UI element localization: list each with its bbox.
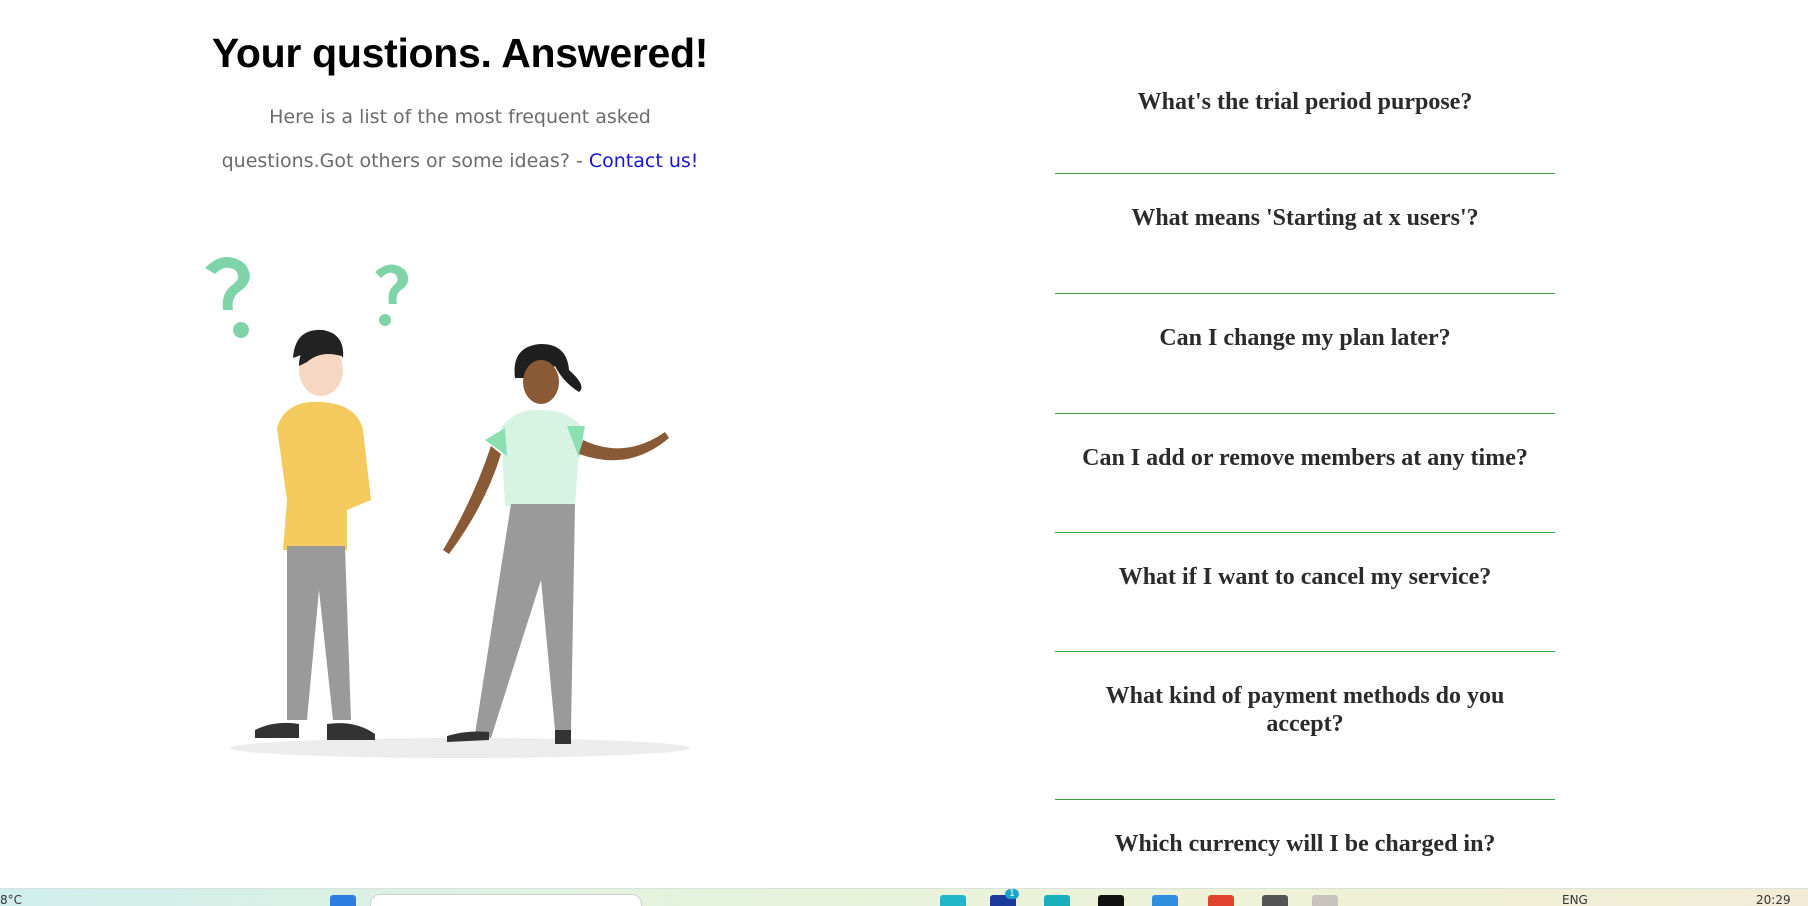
- app-taskbar-icon[interactable]: [940, 895, 966, 906]
- question-mark-icon: [205, 256, 250, 338]
- notification-badge: 1: [1005, 889, 1019, 899]
- faq-question: Can I change my plan later?: [1159, 325, 1451, 351]
- faq-intro: Your qustions. Answered! Here is a list …: [200, 0, 720, 183]
- faq-item[interactable]: What kind of payment methods do you acce…: [1055, 652, 1555, 800]
- clock[interactable]: 20:29: [1756, 893, 1791, 906]
- app-taskbar-icon[interactable]: [1044, 895, 1070, 906]
- language-indicator[interactable]: ENG: [1562, 893, 1588, 906]
- faq-item[interactable]: Can I add or remove members at any time?: [1055, 414, 1555, 533]
- page-subtitle: Here is a list of the most frequent aske…: [210, 95, 710, 183]
- man-figure: [255, 329, 375, 740]
- faq-list: What's the trial period purpose? What me…: [1055, 58, 1555, 890]
- faq-question: What means 'Starting at x users'?: [1131, 205, 1479, 231]
- taskbar-search-box[interactable]: [370, 894, 642, 906]
- subtitle-text: Here is a list of the most frequent aske…: [221, 106, 651, 172]
- faq-question: What's the trial period purpose?: [1137, 89, 1473, 115]
- faq-page: Your qustions. Answered! Here is a list …: [0, 0, 1808, 906]
- faq-question: What kind of payment methods do you acce…: [1105, 683, 1505, 737]
- woman-figure: [443, 344, 669, 744]
- faq-item[interactable]: What means 'Starting at x users'?: [1055, 174, 1555, 294]
- chrome-icon[interactable]: [1208, 895, 1234, 906]
- app-taskbar-icon[interactable]: [1152, 895, 1178, 906]
- faq-question: What if I want to cancel my service?: [1118, 564, 1492, 590]
- app-taskbar-icon[interactable]: [1262, 895, 1288, 906]
- people-thinking-illustration: [205, 256, 690, 758]
- faq-question: Which currency will I be charged in?: [1114, 831, 1496, 857]
- faq-item[interactable]: What if I want to cancel my service?: [1055, 533, 1555, 652]
- windows-start-icon[interactable]: [330, 895, 356, 906]
- weather-readout[interactable]: 8°C: [0, 893, 22, 906]
- question-mark-icon: [375, 264, 409, 326]
- contact-us-link[interactable]: Contact us!: [589, 150, 699, 172]
- os-taskbar: 8°C 1 ENG 20:29: [0, 888, 1808, 906]
- faq-item[interactable]: What's the trial period purpose?: [1055, 58, 1555, 174]
- faq-item[interactable]: Can I change my plan later?: [1055, 294, 1555, 414]
- faq-question: Can I add or remove members at any time?: [1082, 445, 1528, 471]
- terminal-icon[interactable]: [1098, 895, 1124, 906]
- app-taskbar-icon[interactable]: [1312, 895, 1338, 906]
- faq-item[interactable]: Which currency will I be charged in?: [1055, 800, 1555, 890]
- page-title: Your qustions. Answered!: [211, 30, 709, 76]
